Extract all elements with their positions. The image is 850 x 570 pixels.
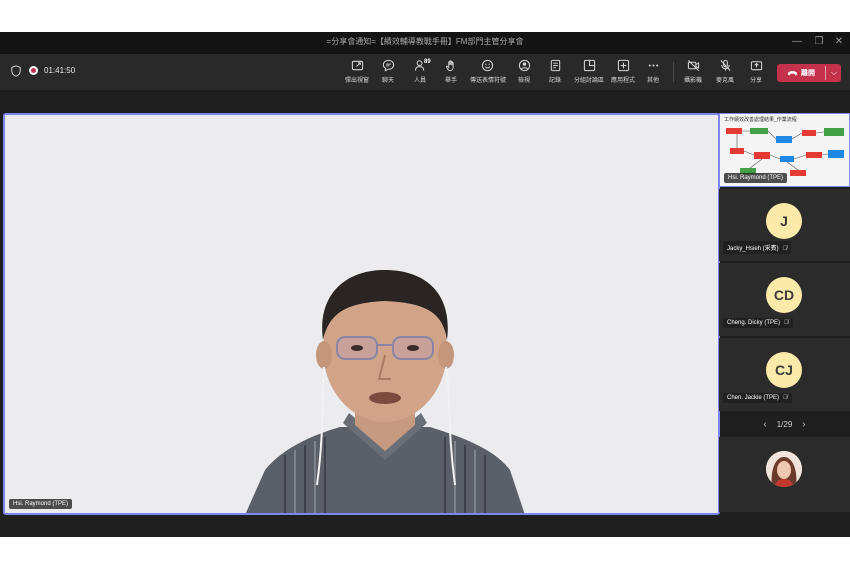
notes-label: 記錄 bbox=[548, 78, 561, 84]
more-button[interactable]: 其他 bbox=[636, 58, 670, 84]
people-count-badge: 89 bbox=[424, 59, 431, 65]
restore-icon[interactable]: ❐ bbox=[812, 35, 826, 49]
raise-hand-icon bbox=[434, 58, 468, 73]
chevron-down-icon[interactable]: ⌵ bbox=[827, 64, 841, 82]
view-label: 檢視 bbox=[517, 78, 530, 84]
breakout-rooms-button[interactable]: 分組討論區 bbox=[572, 58, 606, 84]
chat-button[interactable]: 聊天 bbox=[371, 58, 405, 84]
main-video-stage[interactable]: Hsi. Raymond (TPE) bbox=[3, 113, 720, 515]
window-title: =分享會通知=【績效輔導教戰手冊】FM部門主管分享會 bbox=[326, 37, 524, 46]
hang-up-icon bbox=[787, 70, 798, 75]
speaker-name-tag: Hsi. Raymond (TPE) bbox=[9, 499, 73, 509]
pop-out-icon bbox=[340, 58, 374, 73]
mic-off-icon bbox=[708, 58, 742, 73]
participant-tile[interactable]: CD Cheng. Dicky (TPE) 🎙̸ bbox=[719, 263, 850, 336]
shield-icon bbox=[11, 65, 21, 77]
participant-name-tag: Cheng. Dicky (TPE) 🎙̸ bbox=[723, 318, 793, 328]
view-icon bbox=[507, 58, 541, 73]
notes-button[interactable]: 記錄 bbox=[538, 58, 572, 84]
close-icon[interactable]: ✕ bbox=[832, 35, 846, 49]
leave-label: 離開 bbox=[801, 70, 815, 77]
apps-button[interactable]: 應用程式 bbox=[606, 58, 640, 84]
view-button[interactable]: 檢視 bbox=[507, 58, 541, 84]
emoji-button[interactable]: 傳送表情符號 bbox=[470, 58, 507, 84]
participant-name-tag: Jacky_Hsieh (采賓) 🎙̸ bbox=[723, 241, 792, 254]
title-bar: =分享會通知=【績效輔導教戰手冊】FM部門主管分享會 — ❐ ✕ bbox=[0, 32, 850, 54]
breakout-rooms-label: 分組討論區 bbox=[573, 78, 604, 84]
microphone-label: 麥克風 bbox=[715, 78, 734, 84]
meeting-timer: 01:41:50 bbox=[44, 66, 76, 75]
participant-name: Chen. Jackie (TPE) bbox=[727, 395, 780, 401]
notes-icon bbox=[538, 58, 572, 73]
leave-divider bbox=[825, 66, 826, 80]
people-button[interactable]: 89 人員 bbox=[403, 58, 437, 84]
participant-name: Cheng. Dicky (TPE) bbox=[727, 320, 781, 326]
people-label: 人員 bbox=[413, 78, 426, 84]
more-label: 其他 bbox=[646, 78, 659, 84]
mic-off-icon: 🎙̸ bbox=[783, 395, 788, 401]
meeting-toolbar: 01:41:50 彈出視窗 聊天 89 人員 舉手 傳送表情符號 檢視 記錄 分… bbox=[0, 54, 850, 90]
apps-label: 應用程式 bbox=[610, 78, 635, 84]
participant-tile[interactable]: CJ Chen. Jackie (TPE) 🎙̸ bbox=[719, 338, 850, 411]
minimize-icon[interactable]: — bbox=[790, 35, 804, 49]
breakout-rooms-icon bbox=[572, 58, 606, 73]
mic-off-icon: 🎙̸ bbox=[784, 320, 789, 326]
speaker-video bbox=[245, 270, 525, 513]
avatar: J bbox=[766, 203, 802, 239]
emoji-icon bbox=[470, 58, 504, 73]
microphone-button[interactable]: 麥克風 bbox=[708, 58, 742, 84]
raise-hand-button[interactable]: 舉手 bbox=[434, 58, 468, 84]
chevron-left-icon[interactable]: ‹ bbox=[763, 419, 766, 430]
page-indicator: 1/29 bbox=[776, 419, 793, 429]
apps-icon bbox=[606, 58, 640, 73]
people-icon: 89 bbox=[403, 58, 437, 73]
more-icon bbox=[636, 58, 670, 73]
participant-name: Jacky_Hsieh (采賓) bbox=[727, 246, 779, 252]
participant-pager: ‹ 1/29 › bbox=[719, 416, 850, 432]
recording-icon bbox=[29, 66, 38, 75]
leave-button[interactable]: 離開 bbox=[777, 64, 825, 82]
share-label: 分享 bbox=[749, 78, 762, 84]
camera-button[interactable]: 攝影機 bbox=[676, 58, 710, 84]
mic-off-icon: 🎙̸ bbox=[782, 246, 788, 252]
participant-rail: 工作績效改善處理結果_作業流程 Hsi. Raymond (TPE) J Jac bbox=[719, 113, 850, 537]
camera-label: 攝影機 bbox=[683, 78, 702, 84]
avatar: CD bbox=[766, 277, 802, 313]
pop-out-button[interactable]: 彈出視窗 bbox=[340, 58, 374, 84]
participant-tile[interactable]: J Jacky_Hsieh (采賓) 🎙̸ bbox=[719, 189, 850, 261]
leave-button-group: 離開 ⌵ bbox=[777, 64, 841, 82]
emoji-label: 傳送表情符號 bbox=[470, 78, 507, 84]
participant-name-tag: Chen. Jackie (TPE) 🎙̸ bbox=[723, 393, 792, 403]
raise-hand-label: 舉手 bbox=[444, 78, 457, 84]
self-video bbox=[766, 451, 802, 487]
self-video-tile[interactable] bbox=[719, 437, 850, 512]
avatar: CJ bbox=[766, 352, 802, 388]
teams-meeting-window: =分享會通知=【績效輔導教戰手冊】FM部門主管分享會 — ❐ ✕ 01:41:5… bbox=[0, 32, 850, 537]
toolbar-separator bbox=[673, 62, 674, 82]
chat-label: 聊天 bbox=[381, 78, 394, 84]
chevron-right-icon[interactable]: › bbox=[802, 419, 805, 430]
shared-tile-name-tag: Hsi. Raymond (TPE) bbox=[724, 173, 788, 183]
share-icon bbox=[739, 58, 773, 73]
chat-icon bbox=[371, 58, 405, 73]
share-button[interactable]: 分享 bbox=[739, 58, 773, 84]
pop-out-label: 彈出視窗 bbox=[344, 78, 369, 84]
shared-content-tile[interactable]: 工作績效改善處理結果_作業流程 Hsi. Raymond (TPE) bbox=[719, 113, 850, 187]
camera-off-icon bbox=[676, 58, 710, 73]
